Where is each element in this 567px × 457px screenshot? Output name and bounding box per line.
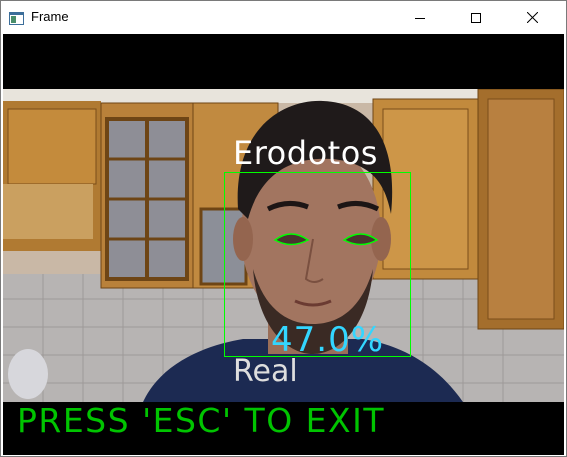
maximize-icon xyxy=(471,12,481,23)
exit-instruction: PRESS 'ESC' TO EXIT xyxy=(17,401,386,440)
video-frame: Erodotos 47.0% Real PRESS 'ESC' TO EXIT xyxy=(3,34,564,455)
maximize-button[interactable] xyxy=(453,1,499,34)
close-button[interactable] xyxy=(509,1,555,34)
app-window-icon xyxy=(9,10,24,25)
minimize-icon xyxy=(415,17,425,19)
app-window: Frame Erodotos 47.0% Real PRESS 'ESC' TO… xyxy=(0,0,567,457)
window-title: Frame xyxy=(31,9,69,24)
title-bar[interactable]: Frame xyxy=(1,1,566,34)
liveness-label: Real xyxy=(233,354,298,389)
minimize-button[interactable] xyxy=(397,1,443,34)
letterbox-top xyxy=(3,34,564,89)
person-name-label: Erodotos xyxy=(233,134,378,172)
close-icon xyxy=(526,12,538,23)
